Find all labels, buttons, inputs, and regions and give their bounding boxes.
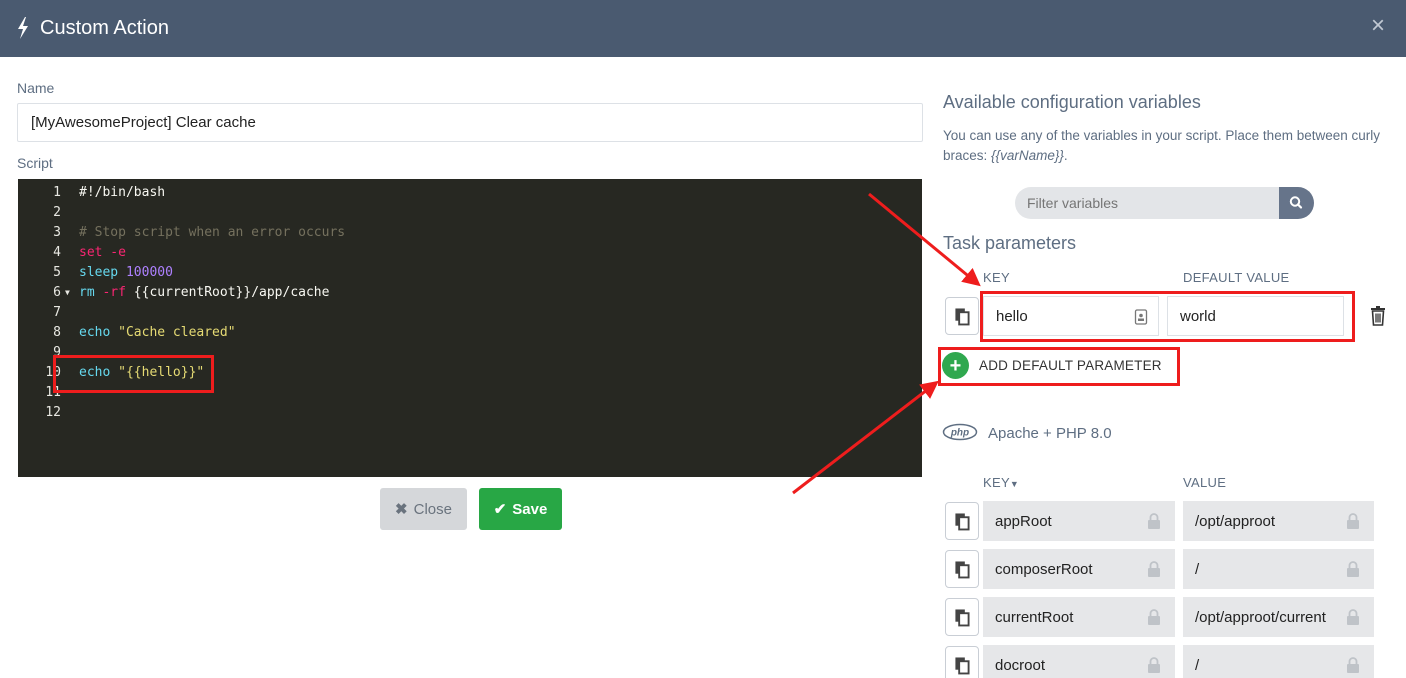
copy-icon xyxy=(955,609,970,627)
variables-help-text: You can use any of the variables in your… xyxy=(943,126,1383,166)
line-number: 6 xyxy=(53,285,61,300)
annotation-box-param xyxy=(980,291,1355,342)
code-token: rm xyxy=(79,285,95,300)
modal-title: Custom Action xyxy=(40,17,169,39)
copy-icon xyxy=(955,561,970,579)
env-key-field: composerRoot xyxy=(983,549,1175,589)
sort-caret-icon: ▼ xyxy=(1009,479,1020,489)
name-input[interactable]: [MyAwesomeProject] Clear cache xyxy=(17,103,923,142)
line-number: 5 xyxy=(53,265,61,280)
line-number: 1 xyxy=(53,185,61,200)
modal-header: Custom Action × xyxy=(0,0,1406,57)
copy-button[interactable] xyxy=(945,502,979,540)
x-icon: ✖ xyxy=(395,501,408,518)
env-value-field: /opt/approot/current xyxy=(1183,597,1374,637)
env-value-column-header: VALUE xyxy=(1183,475,1227,490)
line-number: 7 xyxy=(53,305,61,320)
code-line-1: #!/bin/bash xyxy=(79,183,165,203)
bolt-icon xyxy=(18,17,28,39)
lock-icon xyxy=(1148,609,1160,625)
env-value-field: / xyxy=(1183,645,1374,678)
annotation-box-add xyxy=(938,347,1180,386)
env-value: / xyxy=(1195,656,1200,674)
code-line-4: set -e xyxy=(79,243,126,263)
line-number: 2 xyxy=(53,205,61,220)
copy-button[interactable] xyxy=(945,598,979,636)
filter-variables-input[interactable] xyxy=(1015,187,1281,219)
code-token: -rf xyxy=(94,285,126,300)
close-icon[interactable]: × xyxy=(1371,12,1385,40)
copy-button[interactable] xyxy=(945,550,979,588)
code-token: 100000 xyxy=(118,265,173,280)
env-value: /opt/approot xyxy=(1195,512,1276,530)
code-line-3: # Stop script when an error occurs xyxy=(79,223,345,243)
script-label: Script xyxy=(17,155,53,171)
annotation-box-echo xyxy=(53,355,214,393)
env-key: composerRoot xyxy=(995,560,1093,578)
task-parameters-heading: Task parameters xyxy=(943,233,1077,253)
env-key: appRoot xyxy=(995,512,1052,530)
code-line-6: rm -rf {{currentRoot}}/app/cache xyxy=(79,283,329,303)
save-button-label: Save xyxy=(512,500,548,518)
search-button[interactable] xyxy=(1279,187,1314,219)
copy-button[interactable] xyxy=(945,646,979,678)
code-comment: # Stop script when an error occurs xyxy=(79,225,346,240)
code-token: {{currentRoot}}/app/cache xyxy=(125,285,330,300)
lock-icon xyxy=(1148,513,1160,529)
help-end: . xyxy=(1063,148,1068,163)
line-number: 3 xyxy=(53,225,61,240)
default-value-column-header: DEFAULT VALUE xyxy=(1183,270,1290,285)
check-icon: ✔ xyxy=(493,501,507,518)
code-line-5: sleep 100000 xyxy=(79,263,173,283)
trash-icon[interactable] xyxy=(1369,305,1387,327)
line-number: 12 xyxy=(45,405,61,420)
env-key: docroot xyxy=(995,656,1046,674)
lock-icon xyxy=(1347,657,1359,673)
code-line-8: echo "Cache cleared" xyxy=(79,323,236,343)
env-key: currentRoot xyxy=(995,608,1074,626)
code-token: -e xyxy=(102,245,126,260)
env-value: / xyxy=(1195,560,1200,578)
copy-button[interactable] xyxy=(945,297,979,335)
line-number: 4 xyxy=(53,245,61,260)
key-column-header: KEY xyxy=(983,270,1010,285)
env-key-header-label: KEY xyxy=(983,475,1010,490)
help-example: {{varName}} xyxy=(991,148,1064,163)
save-button[interactable]: ✔ Save xyxy=(479,488,562,530)
code-token: echo xyxy=(79,325,111,340)
env-key-field: appRoot xyxy=(983,501,1175,541)
env-key-field: docroot xyxy=(983,645,1175,678)
variables-heading: Available configuration variables xyxy=(943,92,1201,112)
lock-icon xyxy=(1347,561,1359,577)
search-icon xyxy=(1289,196,1303,209)
env-key-field: currentRoot xyxy=(983,597,1175,637)
lock-icon xyxy=(1347,513,1359,529)
code-token: "Cache cleared" xyxy=(110,325,236,340)
copy-icon xyxy=(955,308,970,326)
env-value: /opt/approot/current xyxy=(1195,608,1326,626)
env-value-field: /opt/approot xyxy=(1183,501,1374,541)
php-logo-icon: php xyxy=(942,423,978,441)
env-value-field: / xyxy=(1183,549,1374,589)
copy-icon xyxy=(955,657,970,675)
lock-icon xyxy=(1347,609,1359,625)
close-button-label: Close xyxy=(413,500,452,518)
lock-icon xyxy=(1148,561,1160,577)
environment-name: Apache + PHP 8.0 xyxy=(988,425,1112,442)
copy-icon xyxy=(955,513,970,531)
code-token: #!/bin/bash xyxy=(79,185,166,200)
code-token: set xyxy=(79,245,103,260)
name-label: Name xyxy=(17,80,55,96)
line-number: 8 xyxy=(53,325,61,340)
lock-icon xyxy=(1148,657,1160,673)
close-button[interactable]: ✖ Close xyxy=(380,488,467,530)
fold-arrow-icon[interactable]: ▼ xyxy=(65,283,70,303)
php-logo-text: php xyxy=(950,428,969,439)
script-editor[interactable]: 1 2 3 4 5 6 ▼ 7 8 9 10 11 12 #!/bin/bash… xyxy=(18,179,922,477)
env-key-column-header[interactable]: KEY▼ xyxy=(983,475,1019,490)
code-token: sleep xyxy=(79,265,119,280)
